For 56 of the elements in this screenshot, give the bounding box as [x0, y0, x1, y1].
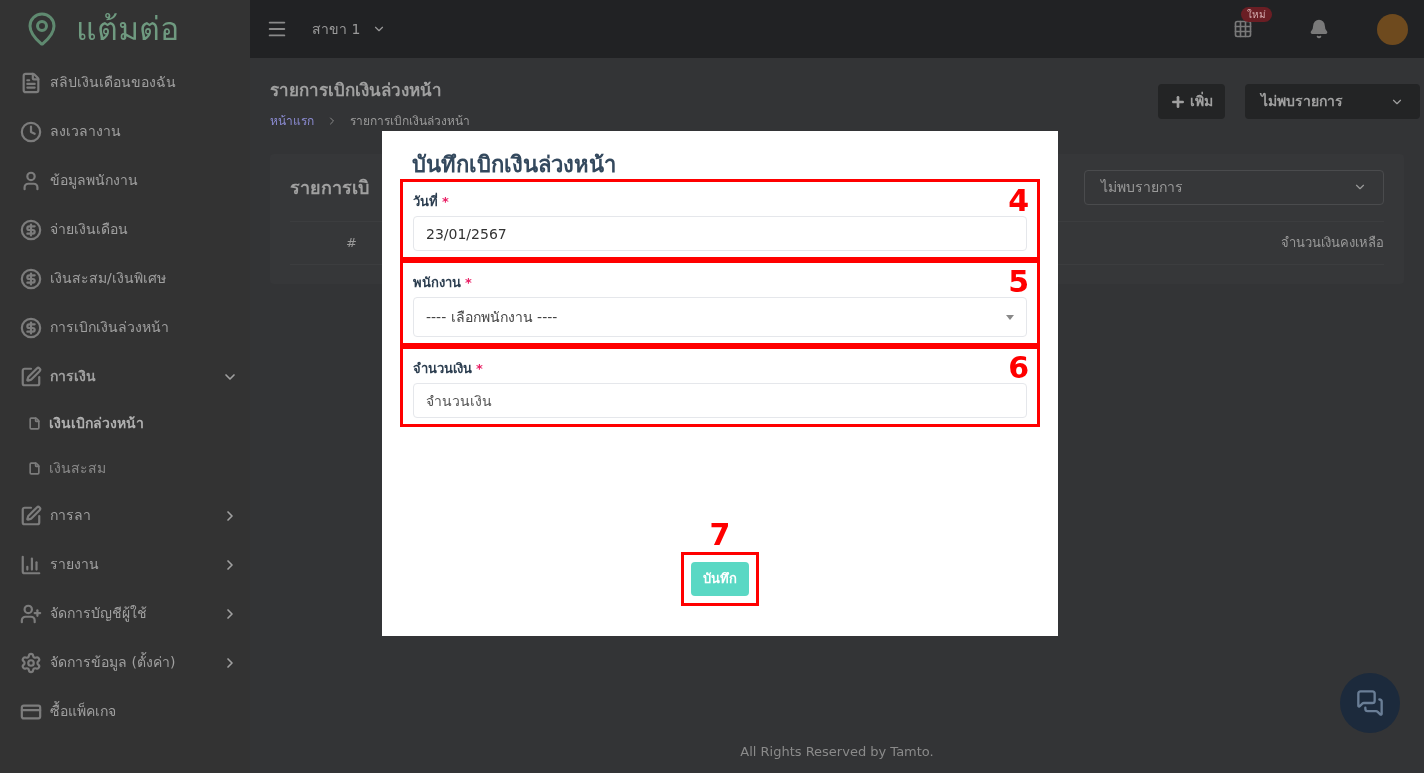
- notification-bell-icon[interactable]: [1309, 19, 1329, 39]
- modal-title: บันทึกเบิกเงินล่วงหน้า: [411, 151, 617, 179]
- field-label: จำนวนเงิน *: [413, 360, 483, 379]
- field-label: วันที่ *: [413, 192, 449, 212]
- plus-icon: [1170, 93, 1186, 110]
- sidebar-item[interactable]: รายงาน: [0, 540, 250, 589]
- sidebar-item[interactable]: การลา: [0, 491, 250, 540]
- dropdown-caret-icon: [1006, 314, 1014, 320]
- employee-select[interactable]: ---- เลือกพนักงาน ----: [413, 297, 1027, 337]
- column-header: #: [346, 233, 357, 252]
- column-header: จำนวนเงินคงเหลือ: [1281, 233, 1384, 252]
- annotation-number: 4: [1008, 186, 1029, 216]
- breadcrumb-link[interactable]: หน้าแรก: [270, 111, 314, 130]
- edit-icon: [20, 504, 42, 527]
- add-user-icon: [20, 602, 42, 625]
- annotation-number: 7: [709, 520, 731, 550]
- dollar-icon: [20, 316, 42, 339]
- file-icon: [28, 462, 41, 475]
- chat-bubbles-icon: [1356, 689, 1384, 717]
- sidebar-item[interactable]: การเงิน: [0, 352, 250, 401]
- sidebar-item[interactable]: จ่ายเงินเดือน: [0, 205, 250, 254]
- annotation-number: 5: [1008, 267, 1029, 297]
- avatar[interactable]: [1377, 13, 1408, 45]
- sidebar-item[interactable]: สลิปเงินเดือนของฉัน: [0, 58, 250, 107]
- sidebar-item[interactable]: จัดการข้อมูล (ตั้งค่า): [0, 638, 250, 687]
- sidebar-item[interactable]: การเบิกเงินล่วงหน้า: [0, 303, 250, 352]
- submenu-item[interactable]: เงินสะสม: [0, 446, 250, 491]
- breadcrumb-current: รายการเบิกเงินล่วงหน้า: [350, 112, 470, 130]
- new-badge: ใหม่: [1241, 7, 1272, 22]
- card-filter-select[interactable]: ไม่พบรายการ: [1084, 169, 1384, 205]
- sidebar-item[interactable]: เงินสะสม/เงินพิเศษ: [0, 254, 250, 303]
- person-icon: [20, 169, 42, 192]
- field-label: พนักงาน *: [413, 274, 472, 293]
- clock-icon: [20, 120, 42, 143]
- file-icon: [28, 417, 41, 430]
- sidebar-item[interactable]: ลงเวลางาน: [0, 107, 250, 156]
- dollar-icon: [20, 267, 42, 290]
- branch-dropdown[interactable]: สาขา 1: [312, 18, 387, 40]
- sidebar-item[interactable]: ซื้อแพ็คเกจ: [0, 687, 250, 736]
- logo-text: แต้มต่อ: [76, 9, 179, 50]
- bar-chart-icon: [20, 553, 42, 576]
- submenu-item[interactable]: เงินเบิกล่วงหน้า: [0, 401, 250, 446]
- page-title: รายการเบิกเงินล่วงหน้า: [270, 79, 443, 102]
- filter-select[interactable]: ไม่พบรายการ: [1245, 84, 1420, 119]
- edit-icon: [20, 365, 42, 388]
- add-button[interactable]: เพิ่ม: [1158, 84, 1225, 119]
- input-field[interactable]: 23/01/2567: [413, 216, 1027, 251]
- annotation-number: 6: [1008, 353, 1029, 383]
- input-field[interactable]: จำนวนเงิน: [413, 383, 1027, 418]
- document-icon: [20, 71, 42, 94]
- sidebar-item[interactable]: จัดการบัญชีผู้ใช้: [0, 589, 250, 638]
- footer-text: All Rights Reserved by Tamto.: [739, 742, 935, 761]
- settings-icon: [20, 651, 42, 674]
- sidebar-item[interactable]: ข้อมูลพนักงาน: [0, 156, 250, 205]
- card-title: รายการเบิ: [290, 175, 369, 200]
- dollar-icon: [20, 218, 42, 241]
